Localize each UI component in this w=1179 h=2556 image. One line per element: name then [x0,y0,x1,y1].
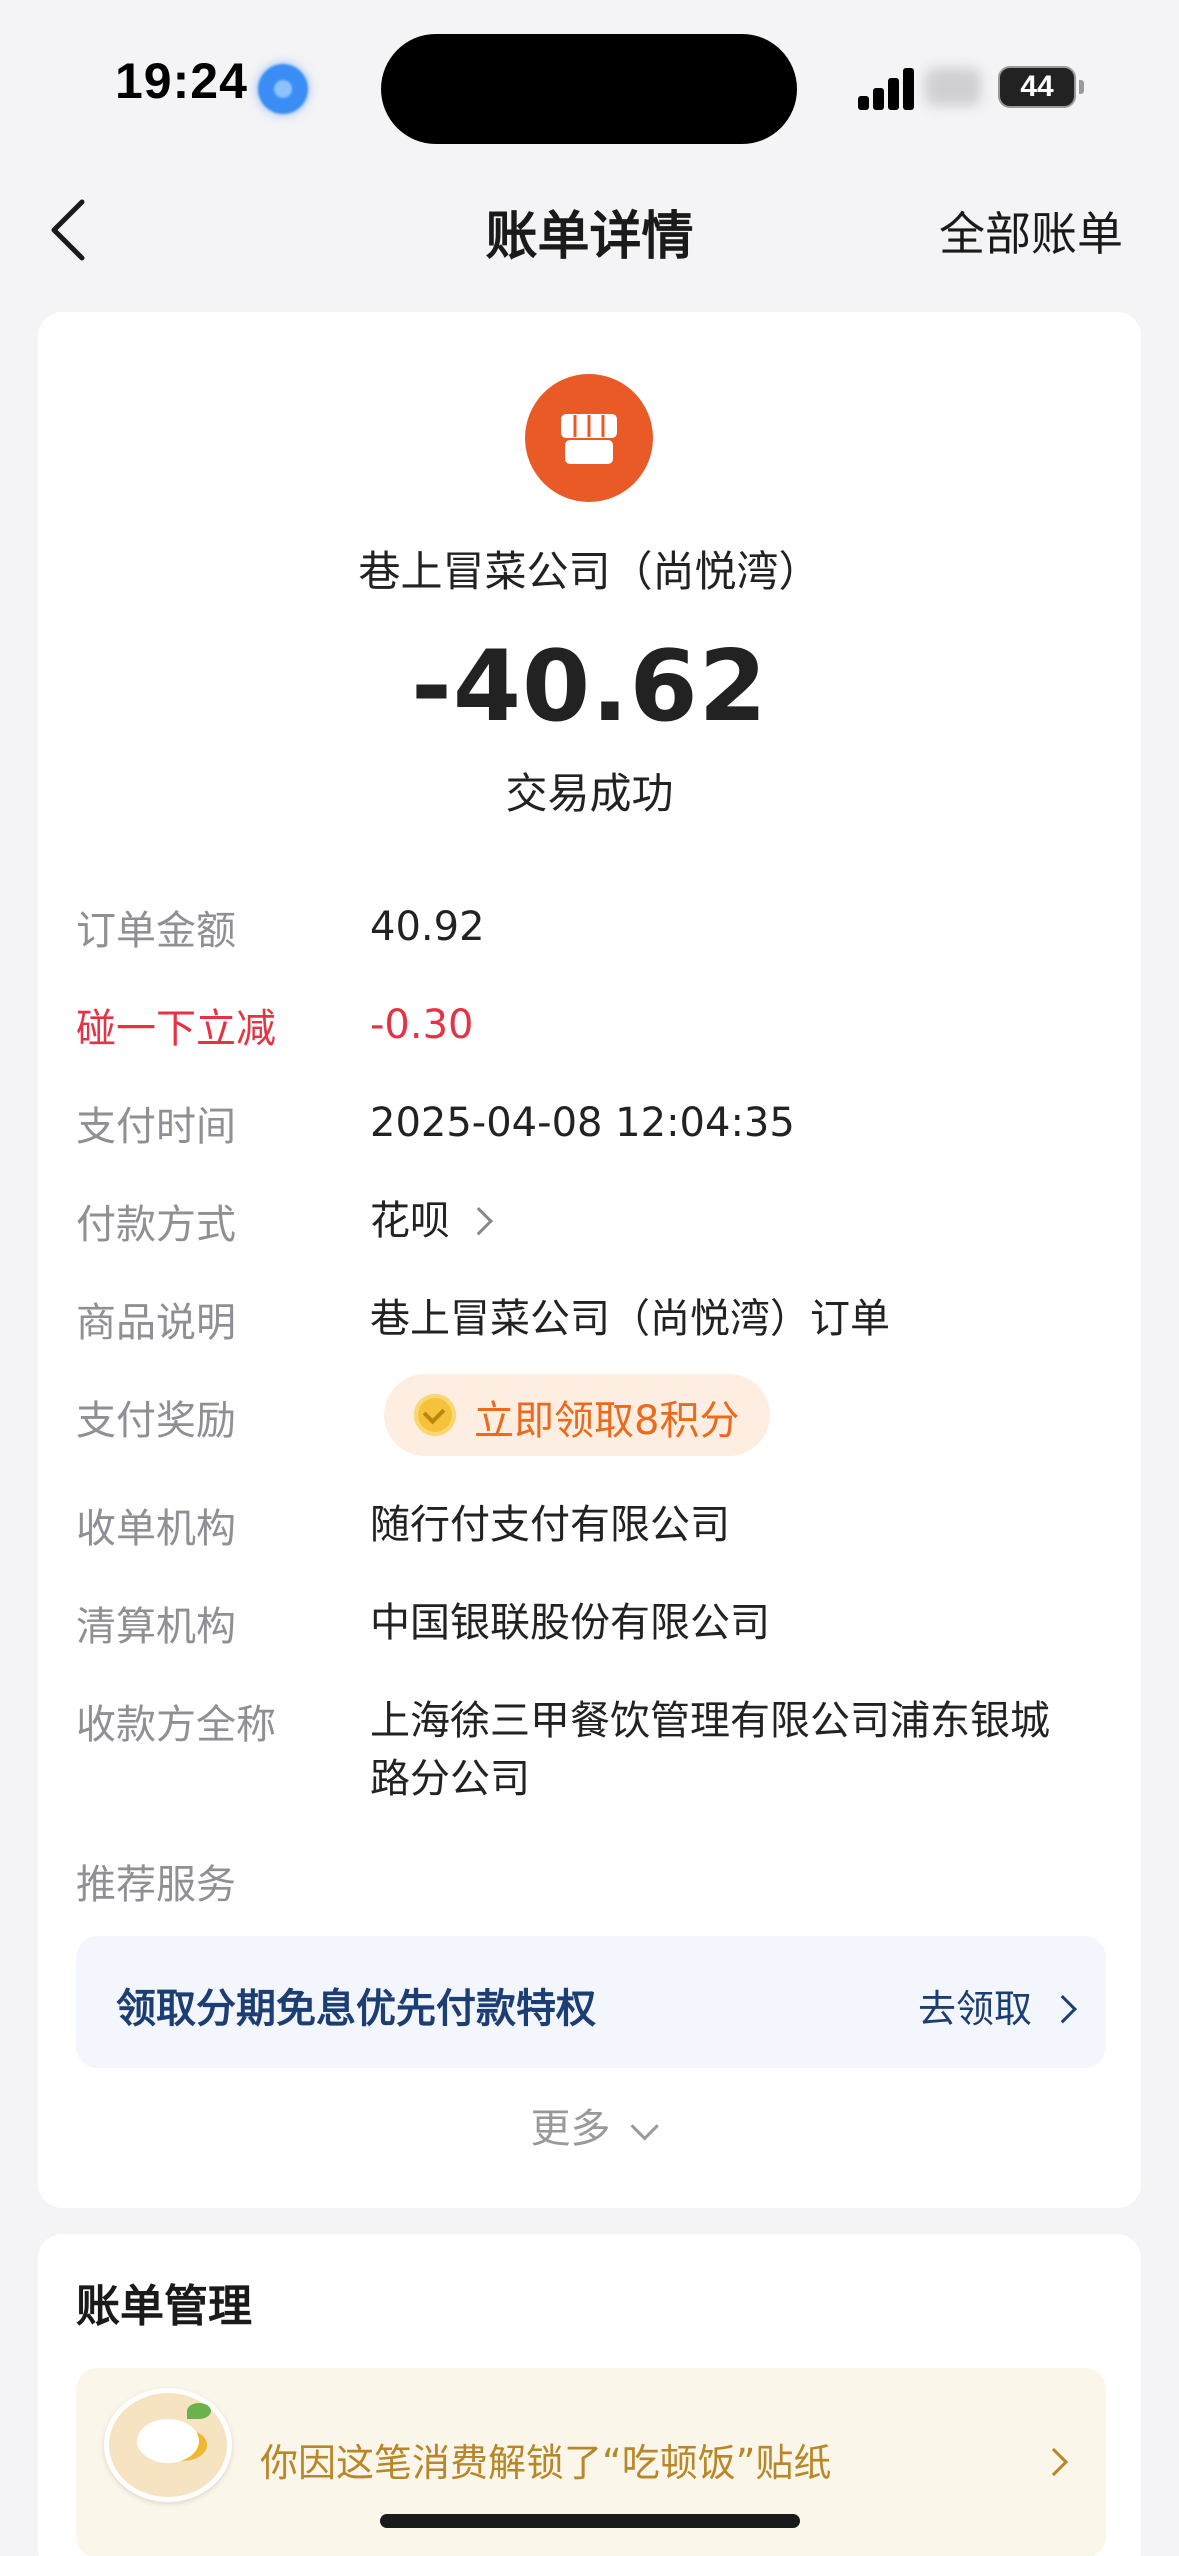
bill-detail-page: 19:24 44 账单详情 全部账单 巷上冒菜公司（尚悦湾） -40.62 交易… [0,0,1179,2556]
detail-value: 中国银联股份有限公司 [370,1600,770,1646]
more-toggle[interactable]: 更多 [38,2096,1141,2154]
detail-label: 收单机构 [76,1506,236,1552]
section-label: 推荐服务 [76,1862,236,1908]
detail-label: 商品说明 [76,1300,236,1346]
status-time: 19:24 [115,53,248,109]
detail-value: 随行付支付有限公司 [370,1502,730,1548]
status-bar: 19:24 44 [0,0,1179,160]
claim-promo-button[interactable]: 去领取 [917,1978,1077,2033]
section-title: 账单管理 [76,2281,252,2332]
pay-method-text: 花呗 [370,1198,450,1244]
meal-sticker-icon [104,2388,232,2502]
claim-points-button[interactable]: 立即领取8积分 [384,1374,770,1456]
detail-label: 支付奖励 [76,1398,236,1444]
chevron-right-icon [1048,1995,1077,2024]
merchant-name: 巷上冒菜公司（尚悦湾） [358,547,821,596]
detail-value: 巷上冒菜公司（尚悦湾）订单 [370,1296,890,1342]
signal-icon [858,66,918,110]
installment-promo-banner[interactable]: 领取分期免息优先付款特权 去领取 [76,1936,1106,2068]
pay-method-value[interactable]: 花呗 [370,1192,493,1250]
detail-label: 收款方全称 [76,1702,276,1748]
dynamic-island [381,34,797,144]
chevron-right-icon [464,1207,493,1236]
claim-points-label: 立即领取8积分 [474,1398,740,1444]
bill-detail-card: 巷上冒菜公司（尚悦湾） -40.62 交易成功 订单金额 40.92 碰一下立减… [38,312,1141,2208]
transaction-status: 交易成功 [505,769,674,818]
detail-value: 2025-04-08 12:04:35 [370,1100,795,1146]
all-bills-link[interactable]: 全部账单 [939,198,1123,264]
coin-icon [414,1394,456,1436]
bill-management-card: 账单管理 你因这笔消费解锁了“吃顿饭”贴纸 [38,2234,1141,2556]
detail-value: 40.92 [370,904,485,950]
chevron-right-icon [1039,2447,1069,2477]
carrier-indicator [925,68,981,106]
detail-label: 付款方式 [76,1202,236,1248]
more-label: 更多 [530,2106,611,2152]
nav-bar: 账单详情 全部账单 [0,170,1179,290]
detail-value: -0.30 [370,1002,474,1048]
chevron-down-icon [630,2112,659,2141]
detail-label: 清算机构 [76,1604,236,1650]
store-icon [525,374,653,502]
detail-label: 碰一下立减 [76,1006,276,1052]
storefront-icon [561,414,617,464]
battery-icon: 44 [998,66,1084,108]
detail-value: 上海徐三甲餐饮管理有限公司浦东银城路分公司 [370,1698,1050,1802]
promo-title: 领取分期免息优先付款特权 [116,1986,596,2032]
sticker-text: 你因这笔消费解锁了“吃顿饭”贴纸 [260,2441,832,2485]
detail-label: 订单金额 [76,908,236,954]
home-indicator[interactable] [380,2514,800,2528]
detail-label: 支付时间 [76,1104,236,1150]
transaction-amount: -40.62 [411,630,768,744]
claim-promo-label: 去领取 [917,1987,1032,2031]
location-icon [258,64,308,114]
